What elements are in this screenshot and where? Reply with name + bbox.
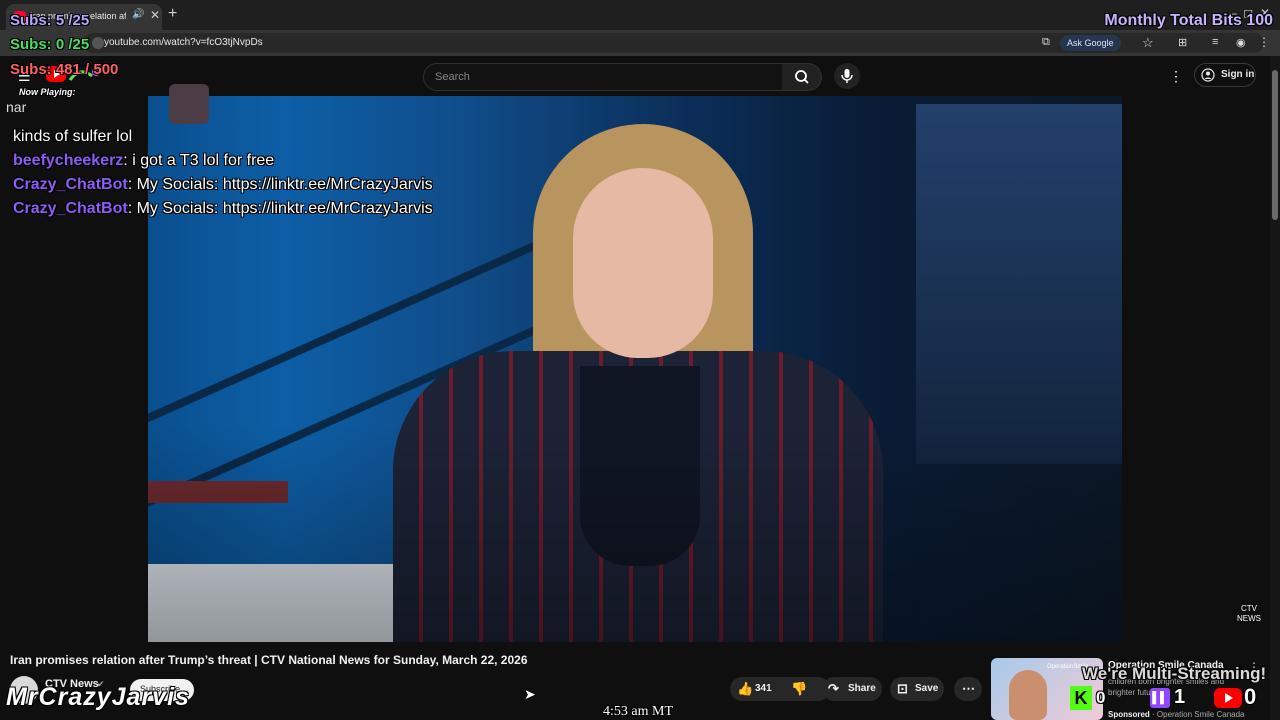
extensions-icon[interactable]: ⊞ (1178, 36, 1187, 49)
microphone-icon (841, 69, 853, 83)
sponsored-label: Sponsored (1108, 710, 1150, 719)
chat-username: beefycheekerz (13, 152, 124, 169)
bookmark-icon: ⊡ (897, 681, 908, 696)
chat-overlay: kinds of sulfer lol beefycheekerz: i got… (13, 125, 433, 221)
now-playing-label: Now Playing: (19, 87, 76, 97)
chat-text: : i got a T3 lol for free (123, 152, 275, 169)
thumbs-down-icon[interactable]: 👎 (791, 681, 807, 697)
ask-google-button[interactable]: Ask Google (1060, 35, 1121, 51)
share-icon: ↷ (828, 681, 839, 696)
search-placeholder: Search (435, 71, 470, 83)
chat-message: beefycheekerz: i got a T3 lol for free (13, 149, 433, 173)
monthly-bits-counter: Monthly Total Bits 100 (1104, 12, 1273, 29)
ctv-news-watermark: CTV NEWS (1237, 604, 1261, 623)
chat-username: Crazy_ChatBot (13, 200, 128, 217)
like-button[interactable]: 👍 341 👎 (730, 677, 830, 701)
more-actions-button[interactable]: ⋯ (954, 677, 982, 701)
chat-username: Crazy_ChatBot (13, 176, 128, 193)
browser-menu-icon[interactable]: ⋮ (1258, 35, 1270, 49)
kick-icon: K (1070, 686, 1092, 710)
site-info-icon[interactable] (92, 37, 104, 49)
chat-text: : My Socials: https://linktr.ee/MrCrazyJ… (127, 200, 433, 217)
voice-search-button[interactable] (834, 63, 860, 89)
install-icon[interactable]: ⧉ (1042, 36, 1050, 49)
clock-overlay: 4:53 am MT (603, 704, 673, 719)
profile-icon[interactable]: ◉ (1236, 36, 1246, 49)
url-field[interactable]: youtube.com/watch?v=fcO3tjNvpDs ⧉ Ask Go… (84, 33, 1270, 53)
kick-viewer-count: 0 (1096, 688, 1106, 707)
youtube-viewer-count: 0 (1244, 684, 1257, 709)
page-scrollbar[interactable] (1270, 56, 1280, 720)
close-tab-icon[interactable]: ✕ (150, 8, 160, 22)
chat-message: Crazy_ChatBot: My Socials: https://linkt… (13, 173, 433, 197)
new-tab-icon[interactable]: + (168, 5, 177, 23)
thumbs-up-icon: 👍 (737, 681, 754, 696)
streamer-name-overlay: MrCrazyJarvis (6, 683, 190, 711)
chat-message: Crazy_ChatBot: My Socials: https://linkt… (13, 197, 433, 221)
chat-message: kinds of sulfer lol (13, 125, 433, 149)
twitch-icon: ▌▌ (1150, 688, 1170, 708)
ad-sponsor-name: Operation Smile Canada (1156, 710, 1245, 719)
video-title: Iran promises relation after Trump’s thr… (10, 653, 528, 667)
ad-child-image (1009, 670, 1047, 720)
account-icon (1201, 68, 1215, 82)
multistream-label: We're Multi-Streaming! (1082, 664, 1267, 683)
subs-counter: Subs: 0 /25 (10, 36, 90, 53)
share-label: Share (848, 683, 876, 694)
subs-counter: Subs: 5 /25 (10, 12, 90, 29)
twitch-viewer-count: 1 (1174, 686, 1186, 708)
chat-text: kinds of sulfer lol (13, 128, 133, 145)
ad-sponsor-line: Sponsored · Operation Smile Canada (1108, 710, 1245, 719)
settings-menu-icon[interactable]: ⋮ (1169, 68, 1183, 85)
now-playing-song: nar (6, 99, 27, 115)
more-icon: ⋯ (962, 681, 975, 696)
mouse-cursor-icon: ➤ (524, 686, 536, 702)
search-input[interactable]: Search (423, 63, 783, 91)
search-button[interactable] (782, 63, 822, 91)
like-count: 341 (755, 683, 772, 694)
save-label: Save (915, 683, 939, 694)
url-text[interactable]: youtube.com/watch?v=fcO3tjNvpDs (104, 37, 263, 48)
save-button[interactable]: ⊡ Save (890, 677, 944, 701)
share-button[interactable]: ↷ Share (822, 677, 882, 701)
bookmark-star-icon[interactable]: ☆ (1142, 35, 1154, 51)
chat-text: : My Socials: https://linktr.ee/MrCrazyJ… (127, 176, 433, 193)
scrollbar-thumb[interactable] (1272, 70, 1278, 220)
subs-counter: Subs: 481 / 500 (10, 61, 119, 78)
sign-in-button[interactable]: Sign in (1194, 63, 1256, 87)
speaker-icon[interactable]: 🔊 (132, 9, 144, 20)
media-icon[interactable]: ≡ (1212, 36, 1218, 48)
sign-in-label: Sign in (1221, 69, 1255, 80)
youtube-icon (1214, 688, 1242, 708)
search-icon (795, 70, 809, 84)
address-bar: youtube.com/watch?v=fcO3tjNvpDs ⧉ Ask Go… (0, 30, 1280, 56)
browser-tab-strip: Iran promises relation after 🔊 ✕ + – ◻ ✕ (0, 0, 1280, 30)
now-playing-album-art (169, 84, 209, 124)
